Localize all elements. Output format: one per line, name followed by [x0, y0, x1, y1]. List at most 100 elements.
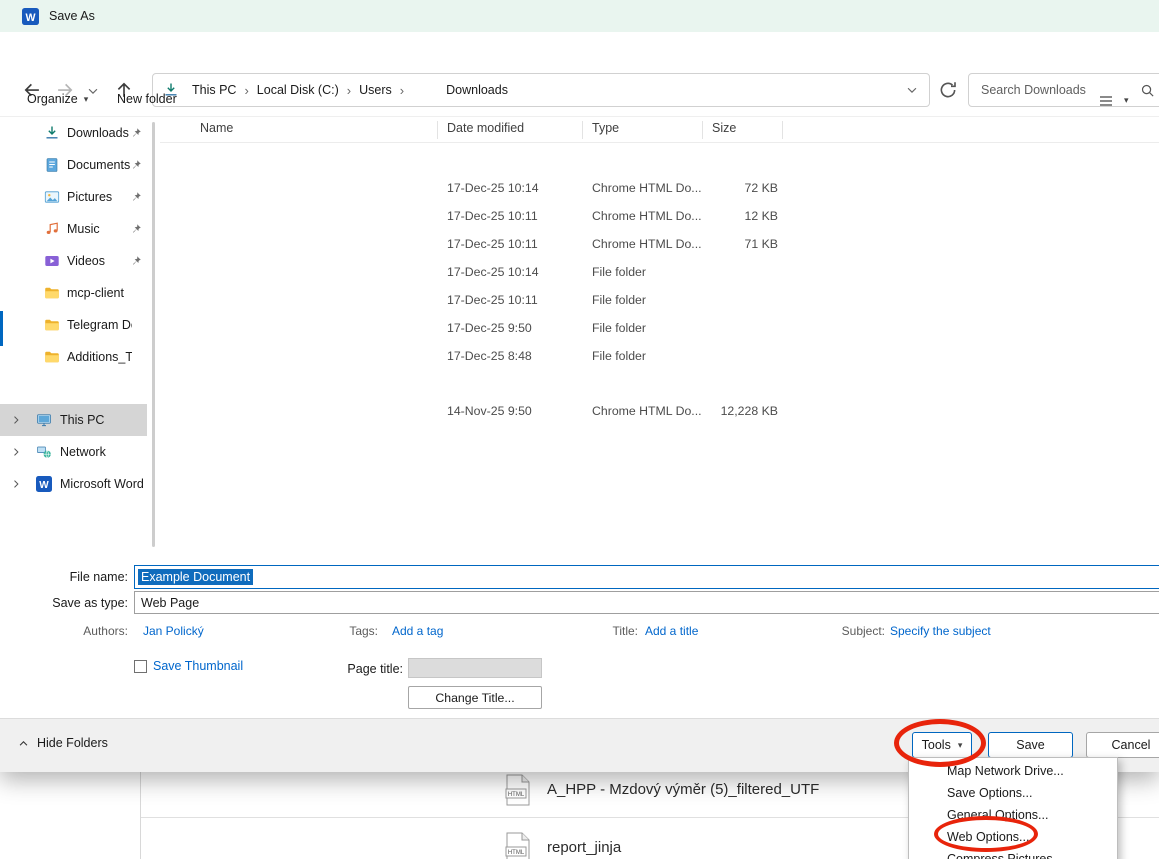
- svg-text:HTML: HTML: [508, 850, 525, 856]
- sidebar-item-mcp-client[interactable]: mcp-client: [0, 277, 160, 309]
- sidebar-item-additions-to-m[interactable]: Additions_TO_M: [0, 341, 160, 373]
- column-divider: [437, 121, 438, 139]
- size-cell: 12,228 KB: [678, 397, 778, 425]
- sidebar-item-label: Videos: [67, 245, 132, 277]
- save-as-type-label: Save as type:: [0, 596, 128, 610]
- change-title-button[interactable]: Change Title...: [408, 686, 542, 709]
- file-row[interactable]: 17-Dec-25 10:14Chrome HTML Do...72 KB: [160, 174, 1159, 202]
- column-divider: [582, 121, 583, 139]
- sidebar-item-music[interactable]: Music: [0, 213, 160, 245]
- sidebar-item-telegram-deskto[interactable]: Telegram Deskto: [0, 309, 160, 341]
- pin-icon: [130, 191, 142, 203]
- html-file-icon: HTML: [505, 774, 531, 806]
- file-name-input[interactable]: Example Document: [134, 565, 1159, 589]
- background-file-row[interactable]: HTML report_jinja: [505, 832, 621, 859]
- file-row[interactable]: 17-Dec-25 10:11File folder: [160, 286, 1159, 314]
- tags-label: Tags:: [300, 624, 378, 638]
- sidebar-item-pictures[interactable]: Pictures: [0, 181, 160, 213]
- tree-item-microsoft-word[interactable]: W Microsoft Word: [0, 468, 160, 500]
- column-headers: Name Date modified Type Size: [160, 117, 1159, 143]
- folder-icon: [44, 285, 60, 301]
- tree-item-this-pc[interactable]: This PC: [0, 404, 147, 436]
- tree-list: This PCNetwork W Microsoft Word: [0, 404, 160, 500]
- background-vertical-divider: [140, 770, 141, 859]
- file-row[interactable]: 17-Dec-25 8:48File folder: [160, 342, 1159, 370]
- column-header-type[interactable]: Type: [592, 121, 619, 135]
- authors-value[interactable]: Jan Polický: [143, 624, 204, 638]
- chevron-up-icon: [18, 738, 29, 749]
- sidebar-item-label: Documents: [67, 149, 132, 181]
- music-icon: [44, 221, 60, 237]
- chevron-right-icon[interactable]: [10, 478, 22, 490]
- file-row[interactable]: 17-Dec-25 9:50File folder: [160, 314, 1159, 342]
- background-file-name: A_HPP - Mzdový výměr (5)_filtered_UTF: [547, 774, 819, 806]
- pin-icon: [130, 159, 142, 171]
- hide-folders-label: Hide Folders: [37, 736, 108, 750]
- type-cell: File folder: [592, 258, 646, 286]
- file-row[interactable]: 17-Dec-25 10:11Chrome HTML Do...12 KB: [160, 202, 1159, 230]
- navigation-bar: This PC›Local Disk (C:)›Users›Downloads …: [0, 32, 1159, 84]
- save-thumbnail-checkbox[interactable]: [134, 660, 147, 673]
- html-file-icon: HTML: [505, 832, 531, 859]
- menu-item-general-options[interactable]: General Options...: [909, 804, 1117, 826]
- row-gap: [160, 370, 1159, 397]
- menu-item-map-network-drive[interactable]: Map Network Drive...: [909, 760, 1117, 782]
- word-app-icon: W: [22, 8, 39, 25]
- column-header-name[interactable]: Name: [200, 121, 233, 135]
- tree-item-network[interactable]: Network: [0, 436, 160, 468]
- save-button[interactable]: Save: [988, 732, 1073, 758]
- cancel-button[interactable]: Cancel: [1086, 732, 1159, 758]
- sidebar-item-label: mcp-client: [67, 277, 132, 309]
- date-modified-cell: 17-Dec-25 9:50: [447, 314, 532, 342]
- file-row[interactable]: 14-Nov-25 9:50Chrome HTML Do...12,228 KB: [160, 397, 1159, 425]
- tags-value[interactable]: Add a tag: [392, 624, 443, 638]
- tree-item-label: Microsoft Word: [60, 468, 156, 500]
- hide-folders-button[interactable]: Hide Folders: [18, 736, 108, 750]
- column-header-size[interactable]: Size: [712, 121, 736, 135]
- file-rows: 17-Dec-25 10:14Chrome HTML Do...72 KB17-…: [160, 174, 1159, 425]
- size-cell: 72 KB: [678, 174, 778, 202]
- this-pc-icon: [36, 412, 52, 428]
- column-divider: [702, 121, 703, 139]
- title-value[interactable]: Add a title: [645, 624, 698, 638]
- chevron-right-icon[interactable]: [10, 414, 22, 426]
- chevron-right-icon[interactable]: [10, 446, 22, 458]
- tools-button[interactable]: Tools ▾: [912, 732, 972, 758]
- pin-icon: [130, 223, 142, 235]
- view-dropdown-icon[interactable]: ▾: [1124, 95, 1129, 106]
- tools-menu: Map Network Drive...Save Options...Gener…: [908, 757, 1118, 859]
- date-modified-cell: 17-Dec-25 10:11: [447, 230, 538, 258]
- menu-item-web-options[interactable]: Web Options...: [909, 826, 1117, 848]
- column-header-date-modified[interactable]: Date modified: [447, 121, 524, 135]
- save-as-type-select[interactable]: Web Page: [134, 591, 1159, 614]
- pin-icon: [130, 127, 142, 139]
- sidebar-item-documents[interactable]: Documents: [0, 149, 160, 181]
- selection-accent-bar: [0, 311, 3, 346]
- sidebar-item-downloads[interactable]: Downloads: [0, 117, 160, 149]
- new-folder-button[interactable]: New folder: [117, 92, 177, 106]
- file-row[interactable]: 17-Dec-25 10:11Chrome HTML Do...71 KB: [160, 230, 1159, 258]
- sidebar-item-videos[interactable]: Videos: [0, 245, 160, 277]
- svg-text:W: W: [39, 480, 49, 491]
- view-mode-icon[interactable]: [1098, 93, 1114, 109]
- page-title-input[interactable]: [408, 658, 542, 678]
- date-modified-cell: 17-Dec-25 8:48: [447, 342, 532, 370]
- menu-item-compress-pictures[interactable]: Compress Pictures...: [909, 848, 1117, 859]
- save-thumbnail-label: Save Thumbnail: [153, 659, 243, 673]
- sidebar-item-label: Pictures: [67, 181, 132, 213]
- sidebar-item-label: Music: [67, 213, 132, 245]
- documents-icon: [44, 157, 60, 173]
- sidebar-item-label: Telegram Deskto: [67, 309, 132, 341]
- sidebar-scrollbar[interactable]: [152, 122, 155, 547]
- page-title-label: Page title:: [300, 662, 403, 676]
- background-file-row[interactable]: HTML A_HPP - Mzdový výměr (5)_filtered_U…: [505, 774, 819, 806]
- subject-label: Subject:: [790, 624, 885, 638]
- new-folder-label: New folder: [117, 92, 177, 106]
- file-row[interactable]: 17-Dec-25 10:14File folder: [160, 258, 1159, 286]
- menu-item-save-options[interactable]: Save Options...: [909, 782, 1117, 804]
- svg-text:W: W: [25, 11, 35, 23]
- cancel-label: Cancel: [1112, 738, 1151, 752]
- organize-button[interactable]: Organize ▾: [27, 92, 88, 106]
- tree-item-label: This PC: [60, 404, 143, 436]
- subject-value[interactable]: Specify the subject: [890, 624, 991, 638]
